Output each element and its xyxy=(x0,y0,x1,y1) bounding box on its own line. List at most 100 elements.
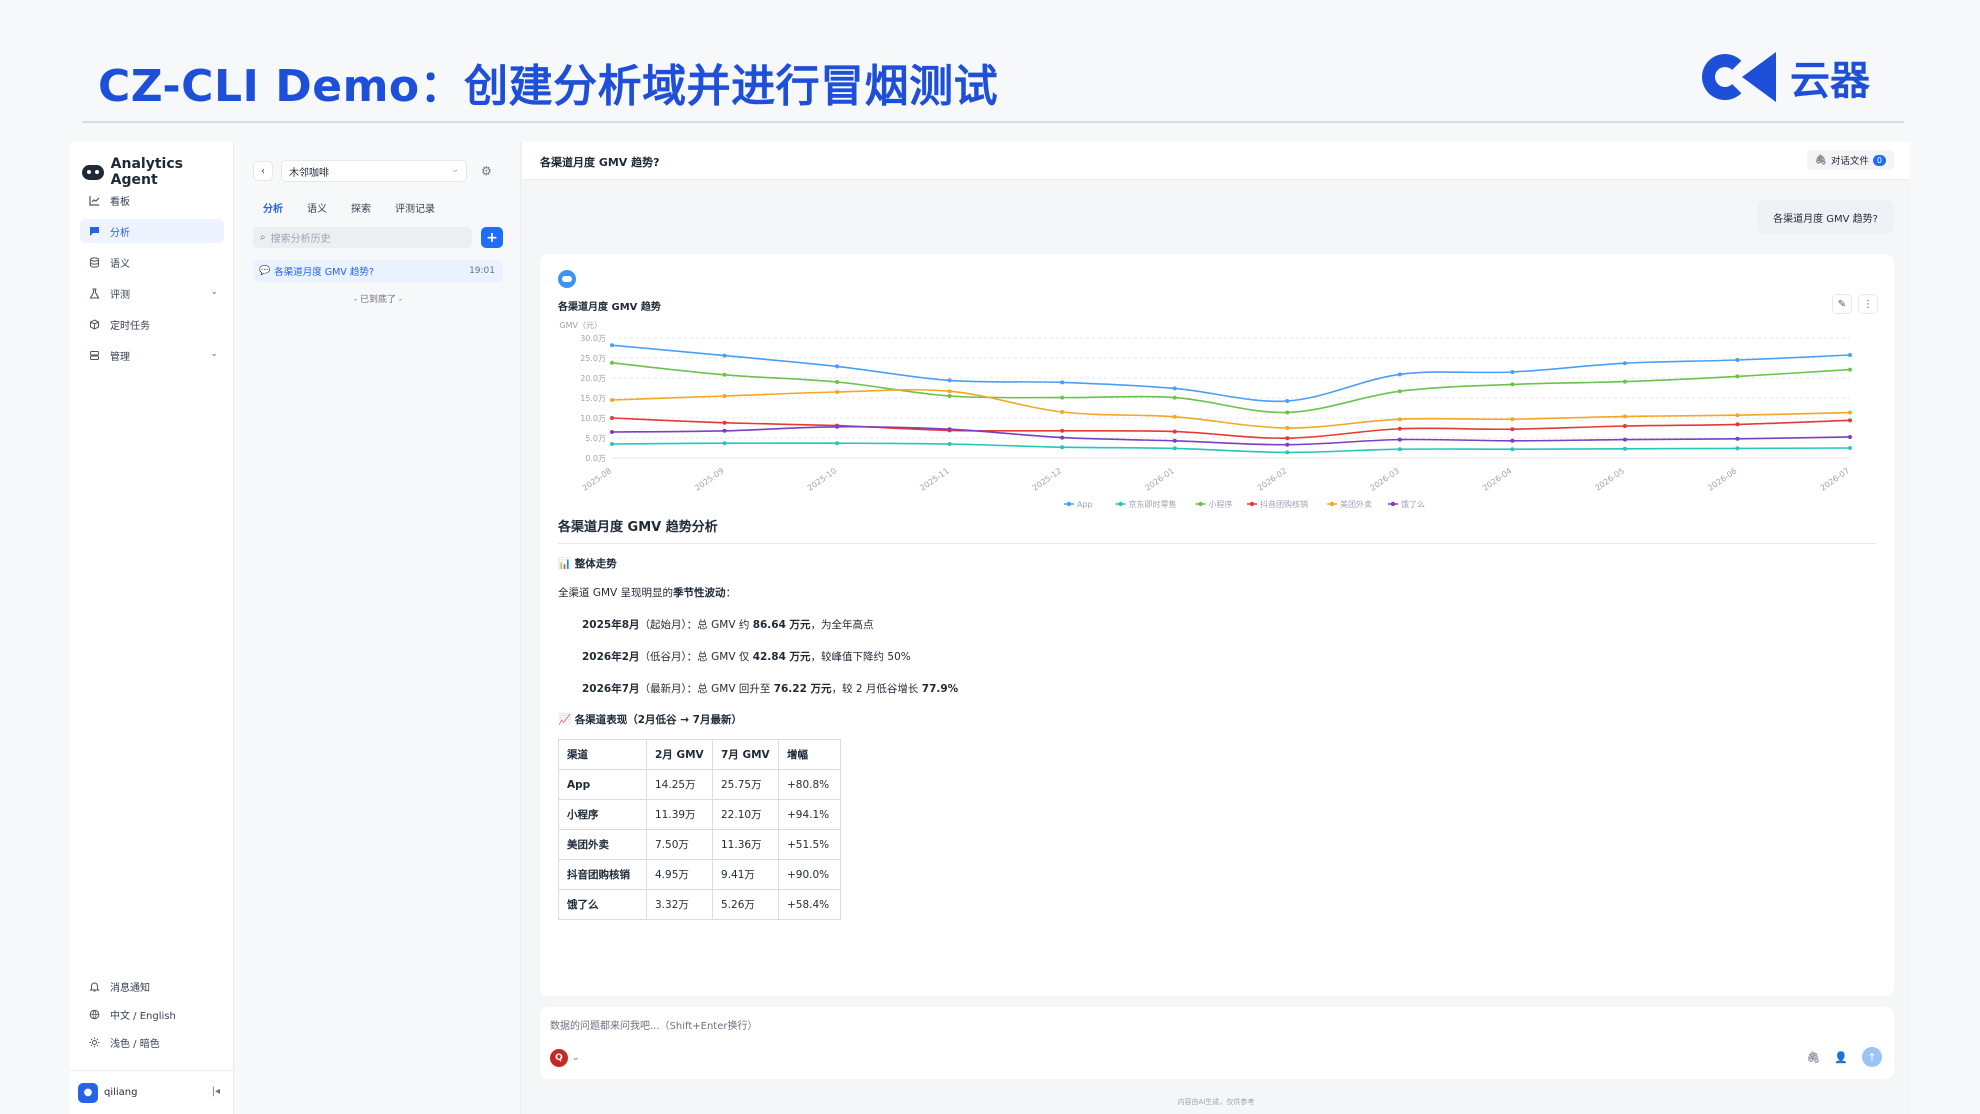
data-point xyxy=(1510,382,1515,387)
x-tick-label: 2026-05 xyxy=(1594,466,1627,493)
sidebar-item-scheduled[interactable]: 定时任务 xyxy=(80,312,224,336)
assistant-message: 各渠道月度 GMV 趋势 ✎ ⋮ GMV（元） 0.0万 5.0万 10.0万 15.0… xyxy=(540,254,1894,996)
conversation-header: 各渠道月度 GMV 趋势? 🖇 对话文件 0 xyxy=(522,142,1910,180)
chat-icon xyxy=(88,225,100,237)
tab-eval-records[interactable]: 评测记录 xyxy=(395,200,435,215)
series-line xyxy=(611,442,1851,454)
data-point xyxy=(1172,414,1177,419)
tab-semantic[interactable]: 语义 xyxy=(307,200,327,215)
workspace-select[interactable]: 木邻咖啡 ⌄ xyxy=(281,160,467,182)
data-point xyxy=(1848,367,1852,372)
new-analysis-button[interactable]: + xyxy=(481,227,503,248)
gear-icon[interactable]: ⚙ xyxy=(481,164,492,178)
point-desc: （最新月）：总 GMV 回升至 xyxy=(639,683,774,695)
column-header: 增幅 xyxy=(778,739,841,770)
intro-tail: ： xyxy=(725,587,737,599)
y-tick-label: 0.0万 xyxy=(585,454,606,463)
person-icon[interactable]: 👤 xyxy=(1834,1051,1848,1064)
legend-label: 饿了么 xyxy=(1401,499,1425,509)
theme-toggle[interactable]: 浅色 / 暗色 xyxy=(80,1030,224,1054)
y-axis-label: GMV（元） xyxy=(559,321,602,330)
data-point xyxy=(947,389,952,394)
sidebar-item-admin[interactable]: 管理 ⌄ xyxy=(80,343,224,367)
legend-label: 小程序 xyxy=(1209,499,1233,509)
data-point xyxy=(1735,374,1740,379)
data-point xyxy=(610,398,614,402)
header-divider xyxy=(82,121,1904,123)
brand-logo: 云器 xyxy=(1702,48,1870,106)
y-tick-label: 25.0万 xyxy=(580,354,606,363)
series-line xyxy=(611,388,1851,429)
conversation-title: 各渠道月度 GMV 趋势? xyxy=(540,156,660,169)
x-tick-label: 2026-01 xyxy=(1143,466,1176,493)
data-point xyxy=(610,343,614,348)
conversation-files-button[interactable]: 🖇 对话文件 0 xyxy=(1806,150,1894,170)
data-point xyxy=(947,394,952,398)
model-avatar: Q xyxy=(550,1049,568,1067)
data-point xyxy=(1848,418,1852,423)
main-panel: 各渠道月度 GMV 趋势? 🖇 对话文件 0 各渠道月度 GMV 趋势? 各渠道… xyxy=(522,142,1910,1114)
data-point xyxy=(1735,422,1740,427)
data-point xyxy=(1172,395,1177,400)
back-button[interactable]: ‹ xyxy=(253,161,273,181)
tab-analysis[interactable]: 分析 xyxy=(263,200,283,215)
chat-composer[interactable]: 数据的问题都来问我吧...（Shift+Enter换行） Q ⌄ 🖇 👤 ↑ xyxy=(540,1007,1894,1079)
data-point xyxy=(947,427,952,432)
model-selector[interactable]: Q ⌄ xyxy=(550,1049,580,1067)
history-item[interactable]: 💬 各渠道月度 GMV 趋势? 19:01 xyxy=(253,260,503,282)
point-tail: ，较峰值下降约 50% xyxy=(810,651,911,663)
sidebar-item-dashboard[interactable]: 看板 xyxy=(80,188,224,212)
chart-edit-button[interactable]: ✎ xyxy=(1832,294,1852,314)
legend-item: 京东即时零售 xyxy=(1115,499,1177,509)
user-profile[interactable]: ● qiliang |◂ xyxy=(70,1070,234,1114)
collapse-sidebar-icon[interactable]: |◂ xyxy=(212,1086,220,1097)
database-icon xyxy=(88,256,100,268)
data-point xyxy=(1510,438,1515,443)
sidebar-item-evaluation[interactable]: 评测 ⌄ xyxy=(80,281,224,305)
x-tick-label: 2026-04 xyxy=(1481,466,1514,493)
chart-icon xyxy=(88,194,100,206)
list-item: 2026年7月（最新月）：总 GMV 回升至 76.22 万元，较 2 月低谷增… xyxy=(558,681,1876,696)
point-tail: ，为全年高点 xyxy=(810,619,874,631)
data-point xyxy=(1060,435,1065,440)
bell-icon xyxy=(88,980,100,992)
cell: 小程序 xyxy=(558,799,647,830)
sidebar-item-semantic[interactable]: 语义 xyxy=(80,250,224,274)
data-point xyxy=(1622,361,1627,366)
sun-icon xyxy=(88,1036,100,1048)
more-options-button[interactable]: ⋮ xyxy=(1858,294,1878,314)
data-point xyxy=(610,430,614,434)
attach-button[interactable]: 🖇 xyxy=(1806,1051,1820,1064)
data-point xyxy=(835,424,840,429)
legend-marker xyxy=(1329,501,1335,507)
legend-marker xyxy=(1118,501,1123,507)
y-tick-label: 30.0万 xyxy=(580,334,606,343)
data-point xyxy=(947,442,952,446)
theme-label: 浅色 / 暗色 xyxy=(110,1038,160,1050)
cube-icon xyxy=(88,318,100,330)
app-brand: Analytics Agent xyxy=(82,156,233,188)
notifications-item[interactable]: 消息通知 xyxy=(80,974,224,998)
overall-trend-heading: 📊 整体走势 xyxy=(558,558,617,570)
legend-marker xyxy=(1198,501,1203,507)
data-point xyxy=(1397,426,1402,431)
search-icon: ⌕ xyxy=(260,232,266,243)
sidebar-nav: Analytics Agent 看板 分析 语义 评测 ⌄ 定时任务 管理 ⌄ … xyxy=(70,142,234,1114)
slide-title: CZ-CLI Demo：创建分析域并进行冒烟测试 xyxy=(98,61,999,112)
sidebar-item-analysis[interactable]: 分析 xyxy=(80,219,224,243)
language-toggle[interactable]: 中文 / English xyxy=(80,1002,224,1026)
data-point xyxy=(1285,426,1290,430)
history-search-input[interactable]: ⌕ 搜索分析历史 xyxy=(253,227,472,248)
data-point xyxy=(835,390,840,394)
workspace-name: 木邻咖啡 xyxy=(289,167,329,179)
send-button[interactable]: ↑ xyxy=(1862,1047,1882,1067)
x-tick-label: 2025-08 xyxy=(581,466,614,493)
data-point xyxy=(835,441,840,446)
point-value: 86.64 万元 xyxy=(752,619,811,631)
tab-explore[interactable]: 探索 xyxy=(351,200,371,215)
list-item: 2025年8月（起始月）：总 GMV 约 86.64 万元，为全年高点 xyxy=(558,617,1876,632)
point-value: 76.22 万元 xyxy=(773,683,832,695)
data-point xyxy=(1735,446,1740,451)
data-point xyxy=(1285,436,1290,441)
cell: 4.95万 xyxy=(646,859,713,890)
